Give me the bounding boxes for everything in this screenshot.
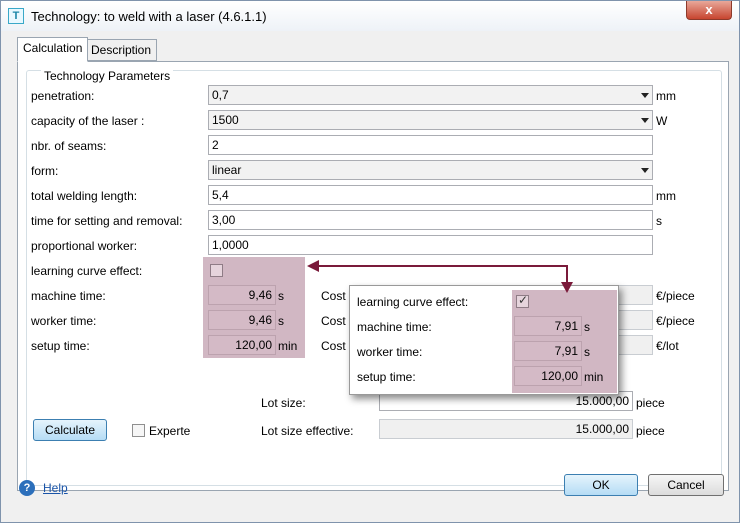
setup-time-unit: min: [278, 339, 298, 353]
learning-curve-label: learning curve effect:: [31, 264, 143, 278]
dialog-window: T Technology: to weld with a laser (4.6.…: [0, 0, 740, 523]
seams-input[interactable]: 2: [208, 135, 653, 155]
setting-time-unit: s: [656, 214, 662, 228]
popup-worker-time-unit: s: [584, 345, 590, 359]
app-icon: T: [8, 8, 24, 24]
popup-setup-time-label: setup time:: [357, 370, 416, 384]
help-icon[interactable]: ?: [19, 480, 35, 496]
penetration-select[interactable]: 0,7: [208, 85, 653, 105]
lot-size-effective-unit: piece: [636, 424, 665, 438]
window-title: Technology: to weld with a laser (4.6.1.…: [31, 9, 267, 24]
chevron-down-icon: [641, 168, 649, 173]
chevron-down-icon: [641, 118, 649, 123]
popup-worker-time-field: 7,91: [514, 341, 582, 361]
popup-machine-time-unit: s: [584, 320, 590, 334]
laser-capacity-unit: W: [656, 114, 668, 128]
laser-capacity-value: 1500: [212, 113, 239, 127]
lot-size-effective-field: 15.000,00: [379, 419, 633, 439]
penetration-unit: mm: [656, 89, 676, 103]
title-bar: T Technology: to weld with a laser (4.6.…: [1, 1, 739, 31]
setting-time-label: time for setting and removal:: [31, 214, 183, 228]
cost-setup-unit: €/lot: [656, 339, 679, 353]
calculate-button[interactable]: Calculate: [33, 419, 107, 441]
welding-length-input[interactable]: 5,4: [208, 185, 653, 205]
popup-setup-time-field: 120,00: [514, 366, 582, 386]
help-link[interactable]: Help: [43, 481, 68, 495]
worker-input[interactable]: 1,0000: [208, 235, 653, 255]
lot-size-label: Lot size:: [261, 396, 306, 410]
ok-button[interactable]: OK: [564, 474, 638, 496]
penetration-label: penetration:: [31, 89, 95, 103]
worker-time-label: worker time:: [31, 314, 97, 328]
form-label: form:: [31, 164, 59, 178]
worker-label: proportional worker:: [31, 239, 138, 253]
close-button[interactable]: x: [686, 1, 732, 20]
cost-machine-unit: €/piece: [656, 289, 695, 303]
setup-time-label: setup time:: [31, 339, 90, 353]
experte-checkbox[interactable]: [132, 424, 145, 437]
penetration-value: 0,7: [212, 88, 229, 102]
machine-time-label: machine time:: [31, 289, 106, 303]
popup-worker-time-label: worker time:: [357, 345, 423, 359]
worker-time-field: 9,46: [208, 310, 276, 330]
tab-calculation[interactable]: Calculation: [17, 37, 89, 62]
setup-time-field: 120,00: [208, 335, 276, 355]
popup-machine-time-field: 7,91: [514, 316, 582, 336]
cancel-button[interactable]: Cancel: [648, 474, 724, 496]
laser-capacity-label: capacity of the laser :: [31, 114, 145, 128]
welding-length-label: total welding length:: [31, 189, 138, 203]
cost-worker-unit: €/piece: [656, 314, 695, 328]
machine-time-field: 9,46: [208, 285, 276, 305]
popup-learning-curve-checkbox[interactable]: [516, 293, 529, 308]
seams-label: nbr. of seams:: [31, 139, 107, 153]
experte-label: Experte: [149, 424, 191, 438]
form-value: linear: [212, 163, 242, 177]
laser-capacity-select[interactable]: 1500: [208, 110, 653, 130]
group-title: Technology Parameters: [41, 69, 174, 83]
learning-curve-checkbox[interactable]: [210, 264, 223, 277]
learning-curve-popup: learning curve effect: machine time: 7,9…: [349, 285, 619, 395]
form-select[interactable]: linear: [208, 160, 653, 180]
worker-time-unit: s: [278, 314, 284, 328]
setting-time-input[interactable]: 3,00: [208, 210, 653, 230]
tab-description[interactable]: Description: [85, 39, 158, 61]
popup-setup-time-unit: min: [584, 370, 604, 384]
chevron-down-icon: [641, 93, 649, 98]
popup-machine-time-label: machine time:: [357, 320, 432, 334]
welding-length-unit: mm: [656, 189, 676, 203]
lot-size-unit: piece: [636, 396, 665, 410]
machine-time-unit: s: [278, 289, 284, 303]
lot-size-effective-label: Lot size effective:: [261, 424, 354, 438]
popup-learning-curve-label: learning curve effect:: [357, 295, 469, 309]
